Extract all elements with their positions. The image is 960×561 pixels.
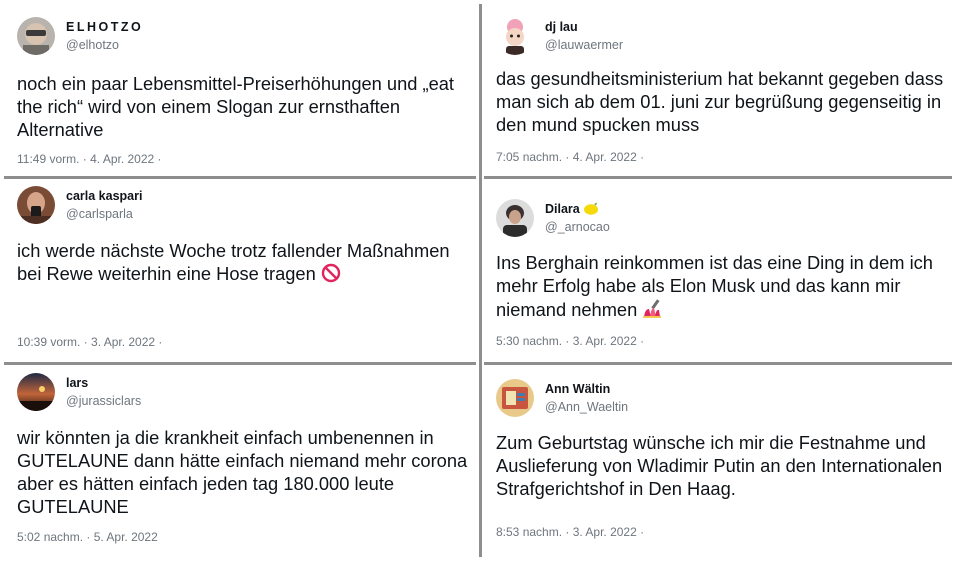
display-name[interactable]: ELHOTZO [66, 19, 143, 35]
tweet-text: das gesundheitsministerium hat bekannt g… [496, 68, 944, 135]
tweet-card-arnocao[interactable]: Dilara @_arnocao Ins Berghain reinkommen… [496, 199, 956, 358]
tweet-text: noch ein paar Lebensmittel-Preiserhöhung… [17, 73, 455, 140]
avatar[interactable] [496, 379, 534, 417]
user-handle[interactable]: @carlsparla [66, 206, 142, 222]
user-handle[interactable]: @elhotzo [66, 37, 143, 53]
tweet-card-jurassiclars[interactable]: lars @jurassiclars wir könnten ja die kr… [17, 373, 477, 553]
tweet-card-ann-waeltin[interactable]: Ann Wältin @Ann_Waeltin Zum Geburtstag w… [496, 379, 956, 553]
tweet-timestamp[interactable]: 11:49 vorm. · 4. Apr. 2022 · [17, 152, 162, 166]
display-name[interactable]: lars [66, 375, 141, 391]
tweet-text-container: Ins Berghain reinkommen ist das eine Din… [496, 251, 951, 321]
avatar[interactable] [17, 186, 55, 224]
user-handle[interactable]: @Ann_Waeltin [545, 399, 628, 415]
tweet-card-carlsparla[interactable]: carla kaspari @carlsparla ich werde näch… [17, 186, 477, 358]
lemon-emoji-icon [584, 202, 599, 215]
tweet-timestamp[interactable]: 5:02 nachm. · 5. Apr. 2022 [17, 530, 158, 544]
vertical-divider [479, 4, 482, 557]
horizontal-divider-left-1 [4, 176, 476, 179]
nail-polish-emoji-icon [643, 299, 662, 318]
tweet-timestamp[interactable]: 10:39 vorm. · 3. Apr. 2022 · [17, 335, 162, 349]
tweet-timestamp[interactable]: 7:05 nachm. · 4. Apr. 2022 · [496, 150, 644, 164]
user-handle[interactable]: @jurassiclars [66, 393, 141, 409]
user-handle[interactable]: @lauwaermer [545, 37, 623, 53]
horizontal-divider-left-2 [4, 362, 476, 365]
avatar[interactable] [496, 199, 534, 237]
display-name[interactable]: Dilara [545, 202, 580, 216]
horizontal-divider-right-2 [484, 362, 952, 365]
tweet-text: wir könnten ja die krankheit einfach umb… [17, 427, 468, 517]
tweet-text: ich werde nächste Woche trotz fallender … [17, 240, 450, 284]
tweet-card-lauwaermer[interactable]: dj lau @lauwaermer das gesundheitsminist… [496, 17, 956, 173]
tweet-card-elhotzo[interactable]: ELHOTZO @elhotzo noch ein paar Lebensmit… [17, 17, 477, 173]
display-name[interactable]: dj lau [545, 19, 623, 35]
tweet-timestamp[interactable]: 5:30 nachm. · 3. Apr. 2022 · [496, 334, 644, 348]
display-name-container[interactable]: Dilara [545, 201, 610, 217]
avatar[interactable] [496, 17, 534, 55]
display-name[interactable]: carla kaspari [66, 188, 142, 204]
avatar[interactable] [17, 17, 55, 55]
tweet-text: Ins Berghain reinkommen ist das eine Din… [496, 252, 933, 320]
avatar[interactable] [17, 373, 55, 411]
horizontal-divider-right-1 [484, 176, 952, 179]
user-handle[interactable]: @_arnocao [545, 219, 610, 235]
prohibited-emoji-icon [321, 263, 341, 283]
tweet-timestamp[interactable]: 8:53 nachm. · 3. Apr. 2022 · [496, 525, 644, 539]
tweet-text: Zum Geburtstag wünsche ich mir die Festn… [496, 432, 943, 499]
display-name[interactable]: Ann Wältin [545, 381, 628, 397]
tweet-text-container: ich werde nächste Woche trotz fallender … [17, 239, 472, 285]
